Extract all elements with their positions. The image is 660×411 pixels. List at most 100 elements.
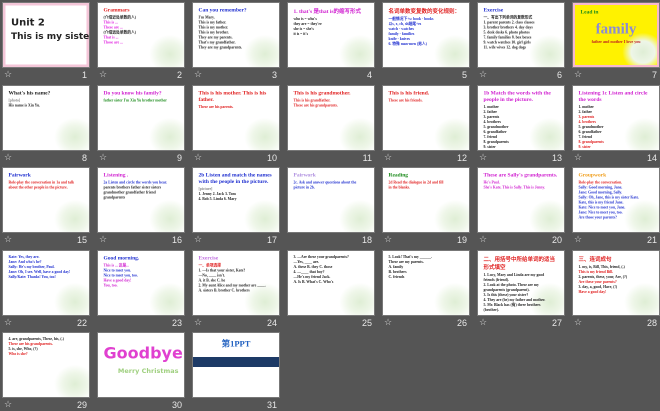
animation-star-icon[interactable]: ☆ [384,317,392,328]
slide-preview[interactable]: 二、用括号中所给单词的适当形式填空 1. Lucy, Mary and Linda… [478,250,564,315]
slide-preview[interactable]: Unit 2 This is my sister [3,3,89,67]
slide-thumbnail-29[interactable]: 4. are, grandparents, These, his, (.) The… [3,333,89,411]
slide-thumbnail-5[interactable]: 名词单数变复数的变化规则： 一般情况下+s: book - books 以s, x,… [383,3,469,81]
slide-thumbnail-15[interactable]: Pairwork Role-play the conversation in 1a… [3,168,89,246]
slide-thumbnail-19[interactable]: Reading 2d Read the dialogue in 2d and fi… [383,168,469,246]
slide-thumbnail-1[interactable]: Unit 2 This is my sister ☆ 1 [3,3,89,81]
slide-text-line: This is my sister [11,31,89,42]
slide-title: 二、用括号中所给单词的适当形式填空 [483,255,556,270]
animation-star-icon[interactable]: ☆ [574,152,582,163]
slide-preview[interactable]: Kate: Yes, they are. Jane: And who's he? S… [3,250,89,315]
slide-text-line: Are those your parents? [578,215,617,220]
flower-decoration [434,282,469,315]
slide-preview[interactable]: 三、连词成句 1. my, is, Bill, This, friend, (.)… [573,250,659,315]
slide-preview[interactable]: Listening 1c Listen and circle the words… [573,85,659,150]
slide-thumbnail-31[interactable]: 第1PPT 31 [193,333,279,411]
slide-content: Listening . 2a Listen and circle the word… [98,168,184,232]
slide-preview[interactable]: 名词单数变复数的变化规则： 一般情况下+s: book - books 以s, x,… [383,3,469,67]
slide-preview[interactable]: Listening . 2a Listen and circle the word… [98,168,184,232]
slide-title: Pairwork [8,171,31,178]
slide-preview[interactable]: This is his grandmother. This is his gran… [288,85,374,150]
animation-star-icon[interactable]: ☆ [479,69,487,80]
slide-thumbnail-2[interactable]: Grammars (介绍近处单数的人) This is ... These are .… [98,3,184,81]
slide-thumbnail-14[interactable]: Listening 1c Listen and circle the words… [573,85,659,164]
slide-preview[interactable]: 5. Look! That's my ______. These are my p… [383,250,469,315]
animation-star-icon[interactable]: ☆ [99,152,107,163]
flower-decoration [529,199,564,232]
slide-preview[interactable]: Goodbye Merry Christmas [98,333,184,397]
animation-star-icon[interactable]: ☆ [194,317,202,328]
slide-thumbnail-28[interactable]: 三、连词成句 1. my, is, Bill, This, friend, (.)… [573,250,659,329]
slide-title: 2b Listen and match the names with the p… [198,171,272,185]
animation-star-icon[interactable]: ☆ [4,234,12,245]
animation-star-icon[interactable]: ☆ [574,317,582,328]
slide-thumbnail-25[interactable]: 3. —Are these your grandparents? —Yes, __… [288,250,374,329]
slide-thumbnail-24[interactable]: Exercise 一、单项选择 1. —Is that your sister, K… [193,250,279,329]
slide-preview[interactable]: Grammars (介绍近处单数的人) This is ... These are .… [98,3,184,67]
animation-star-icon[interactable]: ☆ [384,152,392,163]
slide-thumbnail-4[interactable]: 1. that's 是that is的缩写形式 who is = who's the… [288,3,374,81]
slide-thumbnail-9[interactable]: Do you know his family? father sister I'm… [98,85,184,164]
slide-preview[interactable]: 第1PPT [193,333,279,397]
slide-preview[interactable]: Lead in family father and mother I love yo… [573,3,659,67]
animation-star-icon[interactable]: ☆ [194,69,202,80]
animation-star-icon[interactable]: ☆ [479,152,487,163]
animation-star-icon[interactable]: ☆ [194,152,202,163]
slide-preview[interactable]: Exercise 一、写出下列单词的复数形式 1. parent parents 2… [478,3,564,67]
slide-preview[interactable]: Pairwork Role-play the conversation in 1a… [3,168,89,232]
slide-preview[interactable]: 1. that's 是that is的缩写形式 who is = who's the… [288,3,374,67]
slide-thumbnail-21[interactable]: Groupwork Role-play the conversation. Sall… [573,168,659,246]
slide-preview[interactable]: Exercise 一、单项选择 1. —Is that your sister, K… [193,250,279,315]
slide-text-line: it is = it's [293,32,309,36]
slide-thumbnail-6[interactable]: Exercise 一、写出下列单词的复数形式 1. parent parents 2… [478,3,564,81]
slide-thumbnail-13[interactable]: 1b Match the words with the people in th… [478,85,564,164]
slide-thumbnail-17[interactable]: 2b Listen and match the names with the p… [193,168,279,246]
slide-thumbnail-8[interactable]: What's his name? [photo] His name is Xin Y… [3,85,89,164]
animation-star-icon[interactable]: ☆ [574,234,582,245]
animation-star-icon[interactable]: ☆ [4,152,12,163]
slide-thumbnail-20[interactable]: These are Sally's grandparents. He's Paul… [478,168,564,246]
slide-thumbnail-18[interactable]: Pairwork 2c. Ask and answer questions abo… [288,168,374,246]
slide-preview[interactable]: This is his mother. This is his father. T… [193,85,279,150]
slide-thumbnail-23[interactable]: Good morning. This is ... 这是... Nice to me… [98,250,184,329]
slide-thumbnail-30[interactable]: Goodbye Merry Christmas 30 [98,333,184,411]
animation-star-icon[interactable]: ☆ [4,317,12,328]
slide-preview[interactable]: 4. are, grandparents, These, his, (.) The… [3,333,89,397]
slide-text-line: A. these B. they C. those [293,264,333,269]
slide-preview[interactable]: 2b Listen and match the names with the p… [193,168,279,232]
slide-preview[interactable]: Reading 2d Read the dialogue in 2d and fi… [383,168,469,232]
slide-preview[interactable]: This is his friend. These are his friends… [383,85,469,150]
slide-preview[interactable]: 1b Match the words with the people in th… [478,85,564,150]
slide-thumbnail-22[interactable]: Kate: Yes, they are. Jane: And who's he? S… [3,250,89,329]
slide-preview[interactable]: 3. —Are these your grandparents? —Yes, __… [288,250,374,315]
animation-star-icon[interactable]: ☆ [479,317,487,328]
slide-preview[interactable]: Groupwork Role-play the conversation. Sall… [573,168,659,232]
slide-text-line: 2. parents, these, your, Are, (?) [578,274,628,279]
slide-preview[interactable]: Good morning. This is ... 这是... Nice to me… [98,250,184,315]
slide-thumbnail-10[interactable]: This is his mother. This is his father. T… [193,85,279,164]
slide-thumbnail-26[interactable]: 5. Look! That's my ______. These are my p… [383,250,469,329]
animation-star-icon[interactable]: ☆ [194,234,202,245]
slide-text-line: Jane: And who's he? [8,259,42,264]
slide-thumbnail-27[interactable]: 二、用括号中所给单词的适当形式填空 1. Lucy, Mary and Linda… [478,250,564,329]
slide-preview[interactable]: These are Sally's grandparents. He's Paul… [478,168,564,232]
slide-preview[interactable]: Can you remember? I'm Mary. This is my fat… [193,3,279,67]
slide-thumbnail-12[interactable]: This is his friend. These are his friends… [383,85,469,164]
slide-thumbnail-16[interactable]: Listening . 2a Listen and circle the word… [98,168,184,246]
slide-text-line: Have a good day! [578,289,607,294]
slide-preview[interactable]: Pairwork 2c. Ask and answer questions abo… [288,168,374,232]
slide-preview[interactable]: What's his name? [photo] His name is Xin Y… [3,85,89,150]
animation-star-icon[interactable]: ☆ [479,234,487,245]
slide-text-line: 1. Lucy, Mary and Linda are my good [483,272,545,277]
animation-star-icon[interactable]: ☆ [384,234,392,245]
animation-star-icon[interactable]: ☆ [574,69,582,80]
slide-thumbnail-11[interactable]: This is his grandmother. This is his gran… [288,85,374,164]
slide-preview[interactable]: Do you know his family? father sister I'm… [98,85,184,150]
animation-star-icon[interactable]: ☆ [4,69,12,80]
animation-star-icon[interactable]: ☆ [4,399,12,410]
slide-thumbnail-7[interactable]: Lead in family father and mother I love yo… [573,3,659,81]
slide-text-line: 1. my, is, Bill, This, friend, (.) [578,264,625,269]
animation-star-icon[interactable]: ☆ [99,69,107,80]
animation-star-icon[interactable]: ☆ [99,234,107,245]
slide-thumbnail-3[interactable]: Can you remember? I'm Mary. This is my fat… [193,3,279,81]
